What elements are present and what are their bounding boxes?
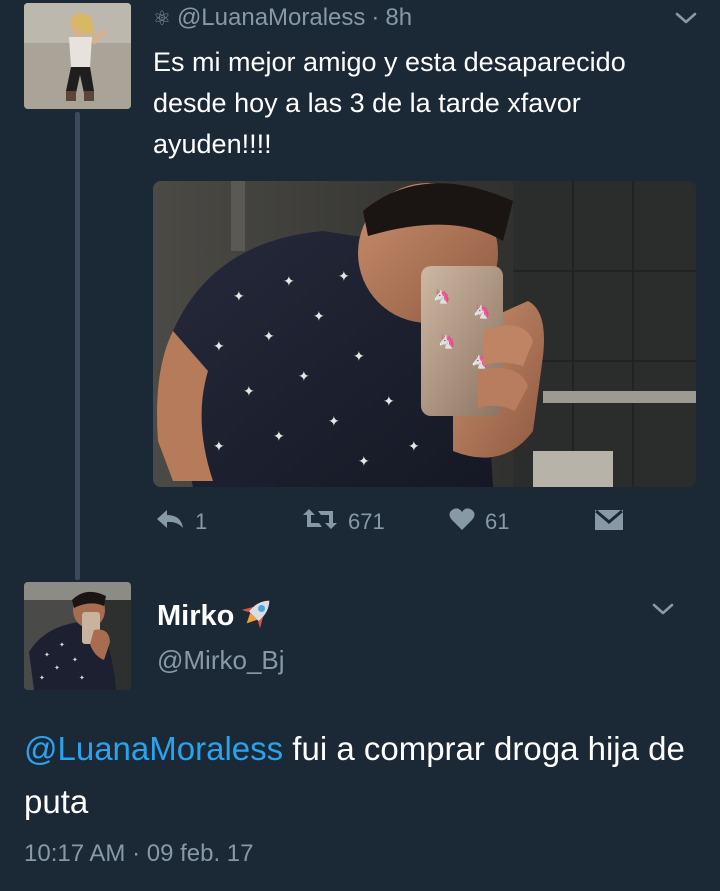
svg-text:✦: ✦ [79,674,85,682]
svg-text:🦄: 🦄 [438,333,455,350]
header-separator: · [371,4,380,31]
svg-text:✦: ✦ [44,651,50,659]
retweet-icon [302,507,338,537]
svg-text:✦: ✦ [298,368,310,384]
svg-text:🦄: 🦄 [473,303,490,320]
author-avatar[interactable] [24,3,131,109]
reply-text: @LuanaMoraless fui a comprar droga hija … [24,722,704,828]
svg-text:🦄: 🦄 [433,288,450,305]
svg-text:✦: ✦ [408,438,420,454]
mention-link[interactable]: @LuanaMoraless [24,730,283,767]
like-count: 61 [485,509,510,534]
reply-timestamp[interactable]: 10:17 AM · 09 feb. 17 [24,840,254,868]
svg-text:✦: ✦ [72,656,78,664]
svg-text:✦: ✦ [383,393,395,409]
svg-text:✦: ✦ [233,288,245,304]
thread-connector-line [75,112,80,580]
svg-text:✦: ✦ [353,348,365,364]
heart-icon [449,507,475,537]
svg-text:✦: ✦ [273,428,285,444]
tweet-header: ⚛ @LuanaMoraless · 8h [153,3,412,33]
author-handle[interactable]: @LuanaMoraless [177,4,365,32]
reply-action[interactable]: 1 [155,507,207,537]
chevron-down-icon[interactable] [673,8,699,28]
svg-text:✦: ✦ [39,674,45,682]
svg-text:✦: ✦ [328,413,340,429]
svg-text:✦: ✦ [263,328,275,344]
envelope-icon [594,508,624,538]
svg-text:✦: ✦ [213,438,225,454]
display-name[interactable]: Mirko [157,600,234,633]
direct-message-action[interactable] [594,508,624,538]
svg-text:✦: ✦ [358,453,370,469]
svg-text:✦: ✦ [283,273,295,289]
retweet-action[interactable]: 671 [302,507,385,537]
svg-text:✦: ✦ [243,383,255,399]
svg-text:✦: ✦ [313,308,325,324]
tweet-age[interactable]: 8h [385,4,412,32]
atom-icon: ⚛ [153,7,171,30]
svg-text:✦: ✦ [59,641,65,649]
like-action[interactable]: 61 [449,507,509,537]
reply-author-avatar[interactable]: ✦ ✦ ✦ ✦ ✦ ✦ [24,582,131,690]
svg-text:✦: ✦ [213,338,225,354]
retweet-count: 671 [348,509,385,534]
chevron-down-icon[interactable] [650,599,676,619]
svg-text:✦: ✦ [338,268,350,284]
tweet-text: Es mi mejor amigo y esta desaparecido de… [153,47,626,159]
reply-author-name[interactable]: Mirko [157,597,278,635]
tweet-photo[interactable]: ✦ ✦ ✦ ✦ ✦ ✦ ✦ ✦ ✦ ✦ ✦ ✦ ✦ ✦ ✦ 🦄 🦄 🦄 🦄 [153,181,696,487]
rocket-emoji [238,592,278,640]
reply-count: 1 [195,509,208,534]
reply-icon [155,508,185,536]
svg-text:✦: ✦ [54,664,60,672]
reply-author-handle[interactable]: @Mirko_Bj [157,645,285,676]
